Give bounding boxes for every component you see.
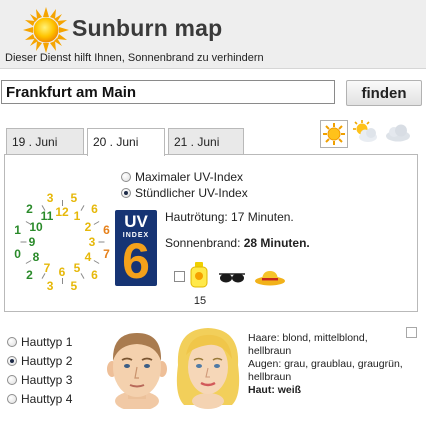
uv-badge-top: UV xyxy=(124,212,148,231)
skin-type-4-option[interactable]: Hauttyp 4 xyxy=(7,392,72,406)
skin-type-2-option[interactable]: Hauttyp 2 xyxy=(7,354,72,368)
app-subtitle: Dieser Dienst hilft Ihnen, Sonnenbrand z… xyxy=(5,52,264,64)
clock-uv-value: 1 xyxy=(14,223,21,238)
max-uv-option[interactable]: Maximaler UV-Index xyxy=(121,170,243,184)
clock-tick xyxy=(20,241,27,243)
redness-time: Hautrötung: 17 Minuten. xyxy=(165,210,294,224)
clock-tick xyxy=(62,278,63,284)
skin-type-4-radio[interactable] xyxy=(7,394,17,404)
clock-uv-value: 2 xyxy=(26,267,33,282)
clock-hour-2: 2 xyxy=(84,220,92,234)
skin-type-4-label: Hauttyp 4 xyxy=(21,392,73,406)
hourly-uv-label: Stündlicher UV-Index xyxy=(135,186,248,200)
skin-type-1-label: Hauttyp 1 xyxy=(21,335,73,349)
find-button[interactable]: finden xyxy=(346,80,422,106)
spf-value: 15 xyxy=(193,295,207,307)
sunscreen-checkbox[interactable] xyxy=(174,271,185,282)
cloud-icon[interactable] xyxy=(384,124,412,142)
clock-uv-value: 2 xyxy=(26,202,33,217)
hair-description: Haare: blond, mittelblond, hellbraun xyxy=(248,332,368,357)
skin-type-1-option[interactable]: Hauttyp 1 xyxy=(7,335,72,349)
hourly-uv-radio[interactable] xyxy=(121,188,131,198)
clock-hour-6: 6 xyxy=(58,265,66,279)
clock-hour-5: 5 xyxy=(73,260,81,275)
skin-type-2-label: Hauttyp 2 xyxy=(21,354,73,368)
sunburn-value: 28 Minuten. xyxy=(243,236,310,250)
uv-index-badge: UV INDEX 6 xyxy=(115,210,157,289)
toggle-checkbox[interactable] xyxy=(406,327,417,338)
eyes-description: Augen: grau, graublau, graugrün, hellbra… xyxy=(248,358,403,383)
clock-uv-value: 6 xyxy=(103,223,110,238)
sun-cloud-icon[interactable] xyxy=(352,120,380,144)
female-face-icon xyxy=(176,328,240,409)
hourly-uv-option[interactable]: Stündlicher UV-Index xyxy=(121,186,248,200)
clock-tick xyxy=(98,241,105,243)
clock-hour-11: 11 xyxy=(40,209,54,224)
clock-uv-value: 0 xyxy=(14,246,21,261)
clock-uv-value: 3 xyxy=(46,279,54,294)
skin-type-2-radio[interactable] xyxy=(7,356,17,366)
clock-uv-value: 5 xyxy=(70,279,78,294)
clock-hour-12: 12 xyxy=(55,205,69,219)
clock-uv-value: 6 xyxy=(91,202,98,217)
sunglasses-icon[interactable] xyxy=(218,272,246,284)
skin-type-3-label: Hauttyp 3 xyxy=(21,373,73,387)
clock-uv-value: 5 xyxy=(70,190,78,205)
sunscreen-bottle-icon xyxy=(190,262,208,288)
skin-description: Haare: blond, mittelblond, hellbraun Aug… xyxy=(248,332,408,397)
location-search-input[interactable] xyxy=(1,80,335,104)
tab-21-juni[interactable]: 21 . Juni xyxy=(168,128,244,154)
skin-description-value: Haut: weiß xyxy=(248,384,302,396)
hourly-uv-clock: 12 1 2 3 4 5 6 7 8 9 10 11 5 6 6 7 6 5 3 2 0 1 2 3 xyxy=(10,190,114,294)
clock-hour-3: 3 xyxy=(88,235,96,249)
tab-20-juni[interactable]: 20 . Juni xyxy=(87,128,165,156)
sun-icon xyxy=(23,7,69,53)
skin-type-1-radio[interactable] xyxy=(7,337,17,347)
weather-sunny-option[interactable] xyxy=(320,120,348,148)
clock-uv-value: 7 xyxy=(103,246,110,261)
sun-icon xyxy=(323,123,345,145)
male-face-icon xyxy=(107,333,167,409)
clock-hour-9: 9 xyxy=(28,235,36,249)
skin-type-3-option[interactable]: Hauttyp 3 xyxy=(7,373,72,387)
app-title: Sunburn map xyxy=(72,15,223,41)
clock-uv-value: 6 xyxy=(91,267,98,282)
clock-hour-8: 8 xyxy=(32,250,40,264)
sun-hat-icon[interactable] xyxy=(254,268,286,286)
uv-index-value: 6 xyxy=(122,233,150,289)
max-uv-label: Maximaler UV-Index xyxy=(135,170,244,184)
clock-tick xyxy=(62,200,63,206)
sunburn-time: Sonnenbrand: 28 Minuten. xyxy=(165,236,310,250)
tab-19-juni[interactable]: 19 . Juni xyxy=(6,128,84,154)
max-uv-radio[interactable] xyxy=(121,172,131,182)
clock-uv-value: 3 xyxy=(46,190,54,205)
sunburn-label: Sonnenbrand: xyxy=(165,236,241,250)
skin-type-3-radio[interactable] xyxy=(7,375,17,385)
